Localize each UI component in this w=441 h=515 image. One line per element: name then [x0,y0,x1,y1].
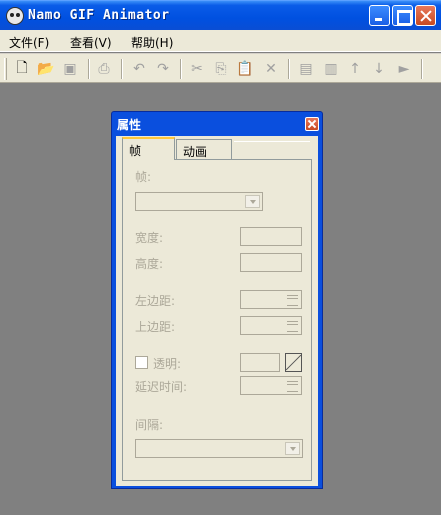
open-folder-icon[interactable]: 📂 [37,60,55,78]
menu-file[interactable]: 文件(F) [9,34,49,51]
toolbar-separator [121,59,123,79]
tab-frame[interactable]: 帧 [122,137,175,160]
tab-animation[interactable]: 动画 [176,139,232,159]
paste-icon[interactable]: 📋 [236,60,254,78]
copy-icon[interactable]: ⎘ [212,60,230,78]
left-margin-stepper[interactable] [240,290,302,309]
menu-help[interactable]: 帮助(H) [131,34,173,51]
interval-dropdown[interactable] [135,439,303,458]
chevron-down-icon[interactable] [285,442,300,455]
undo-icon[interactable]: ↶ [130,60,148,78]
tab-strip [234,141,310,159]
spinner-icon[interactable] [285,318,300,333]
width-label: 宽度: [135,231,164,245]
properties-panel: 属性 帧 动画 帧: 宽度: 高度: 左边距: 上边距: 透明: 延迟时间: 间… [111,111,323,489]
app-icon [6,7,24,25]
menu-bar: 文件(F) 查看(V) 帮助(H) [0,30,441,52]
top-margin-stepper[interactable] [240,316,302,335]
cut-icon[interactable]: ✂ [188,60,206,78]
maximize-button[interactable] [392,5,413,26]
height-field[interactable] [240,253,302,272]
minimize-button[interactable] [369,5,390,26]
width-field[interactable] [240,227,302,246]
frame-dropdown[interactable] [135,192,263,211]
save-icon[interactable]: ▣ [61,60,79,78]
move-down-icon[interactable]: ↓ [370,60,388,78]
transparent-color-field[interactable] [240,353,280,372]
close-button[interactable] [415,5,436,26]
transparent-label: 透明: [153,357,182,371]
panel-body: 帧 动画 帧: 宽度: 高度: 左边距: 上边距: 透明: 延迟时间: 间隔: [116,136,318,486]
redo-icon[interactable]: ↷ [154,60,172,78]
spinner-icon[interactable] [285,292,300,307]
toolbar-separator [88,59,90,79]
left-margin-label: 左边距: [135,294,176,308]
tab-content: 帧: 宽度: 高度: 左边距: 上边距: 透明: 延迟时间: 间隔: [122,159,312,481]
toolbar: 🗋 📂 ▣ ⎙ ↶ ↷ ✂ ⎘ 📋 ✕ ▤ ▥ ↑ ↓ ► [0,53,441,83]
new-file-icon[interactable]: 🗋 [13,60,31,78]
play-icon[interactable]: ► [395,60,413,78]
height-label: 高度: [135,257,164,271]
toolbar-grip[interactable] [4,58,7,80]
delay-stepper[interactable] [240,376,302,395]
print-icon[interactable]: ⎙ [95,60,113,78]
duplicate-frame-icon[interactable]: ▥ [322,60,340,78]
delay-label: 延迟时间: [135,380,188,394]
insert-frame-icon[interactable]: ▤ [297,60,315,78]
menu-view[interactable]: 查看(V) [70,34,112,51]
spinner-icon[interactable] [285,378,300,393]
app-window: Namo GIF Animator 文件(F) 查看(V) 帮助(H) 🗋 📂 … [0,0,441,515]
frame-label: 帧: [135,170,152,184]
interval-label: 间隔: [135,418,164,432]
color-picker-icon[interactable] [285,353,302,372]
chevron-down-icon[interactable] [245,195,260,208]
window-title: Namo GIF Animator [28,8,170,23]
toolbar-separator [180,59,182,79]
panel-title: 属性 [117,118,142,132]
toolbar-separator [421,59,423,79]
top-margin-label: 上边距: [135,320,176,334]
move-up-icon[interactable]: ↑ [346,60,364,78]
transparent-checkbox[interactable] [135,356,148,369]
delete-icon[interactable]: ✕ [262,60,280,78]
panel-close-button[interactable] [305,117,319,131]
title-bar[interactable]: Namo GIF Animator [0,0,441,30]
toolbar-separator [288,59,290,79]
